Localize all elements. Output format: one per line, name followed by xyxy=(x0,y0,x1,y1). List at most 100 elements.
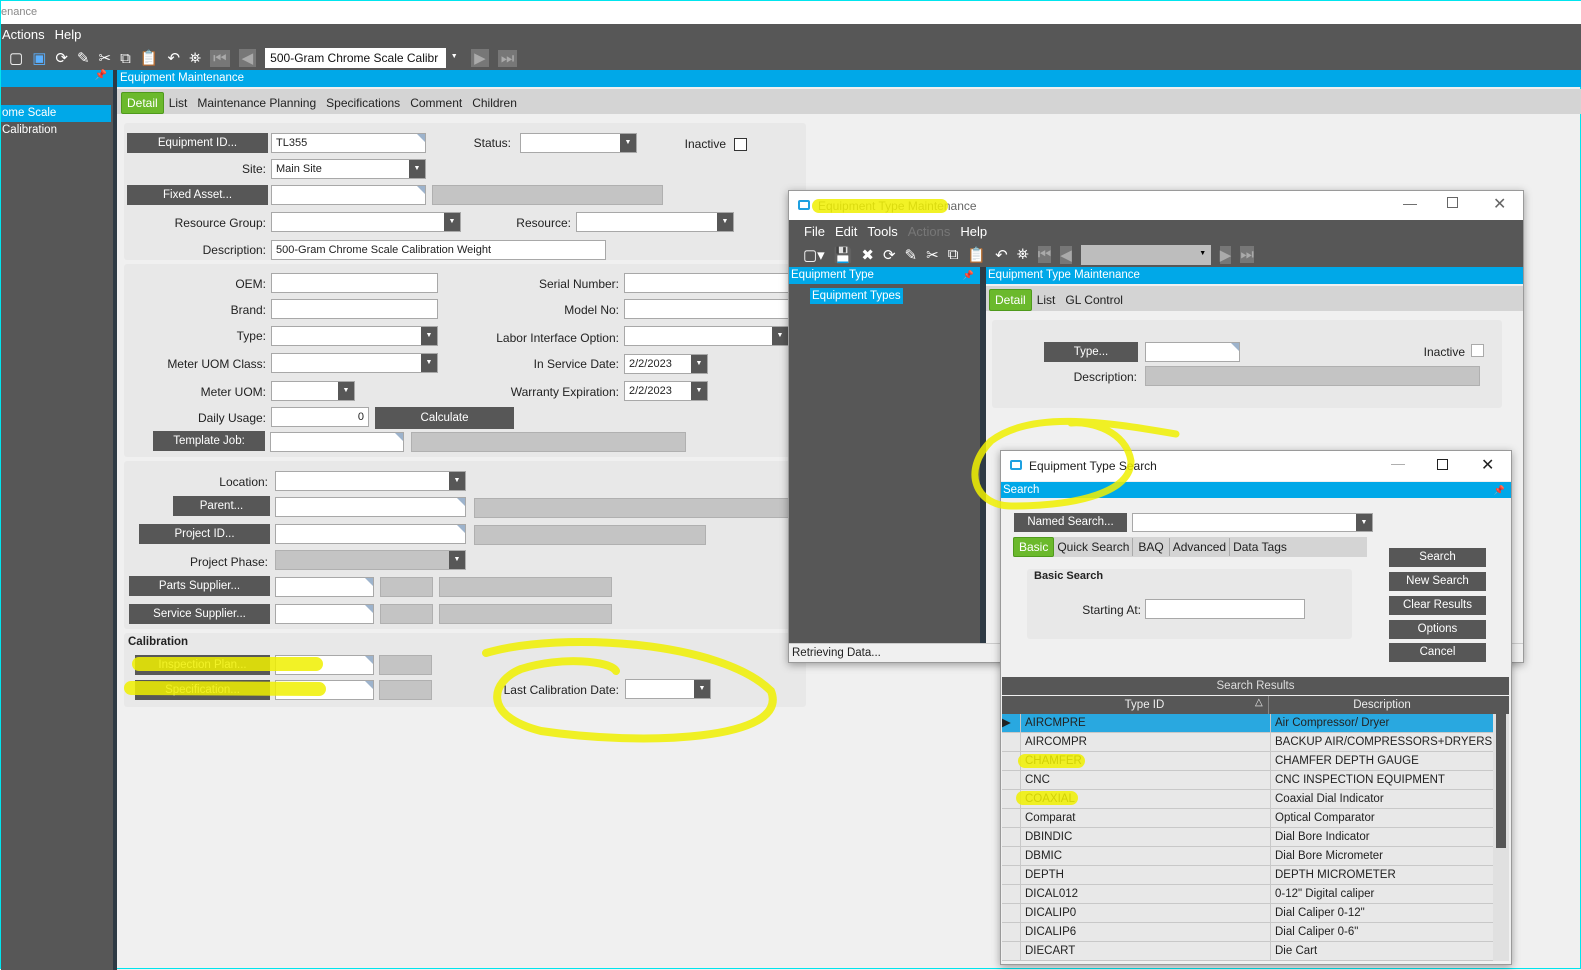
tree-item-equipment-types[interactable]: Equipment Types xyxy=(810,288,903,304)
menu-actions[interactable]: Actions xyxy=(2,27,45,42)
location-select[interactable]: ▼ xyxy=(275,471,466,491)
cancel-button[interactable]: Cancel xyxy=(1389,643,1486,662)
prev-record-icon[interactable]: ◀ xyxy=(238,49,257,67)
last-record-icon[interactable]: ⏭ xyxy=(1240,246,1254,263)
copy-icon[interactable]: ⧉ xyxy=(120,50,131,67)
named-search-button[interactable]: Named Search... xyxy=(1014,513,1127,532)
first-record-icon[interactable]: ⏮ xyxy=(210,49,230,67)
delete-icon[interactable]: ✖ xyxy=(861,246,874,264)
type-input[interactable] xyxy=(1145,342,1240,362)
new-search-button[interactable]: New Search xyxy=(1389,572,1486,591)
undo-icon[interactable]: ↶ xyxy=(168,49,181,67)
table-row[interactable]: COAXIAL Coaxial Dial Indicator xyxy=(1002,790,1493,809)
last-calibration-date-picker[interactable]: ▼ xyxy=(625,679,711,699)
row-header[interactable] xyxy=(1002,923,1021,941)
refresh-icon[interactable]: ⟳ xyxy=(883,246,896,264)
clear-results-button[interactable]: Clear Results xyxy=(1389,596,1486,615)
search-button[interactable]: Search xyxy=(1389,548,1486,567)
equipment-id-input[interactable]: TL355 xyxy=(271,133,426,153)
inspection-plan-button[interactable]: Inspection Plan... xyxy=(135,655,270,675)
new-icon[interactable]: ▢▾ xyxy=(803,246,825,264)
parts-supplier-input[interactable] xyxy=(275,577,374,597)
table-row[interactable]: DICALIP6 Dial Caliper 0-6" xyxy=(1002,923,1493,942)
cut-icon[interactable]: ✂ xyxy=(926,246,939,264)
parts-supplier-button[interactable]: Parts Supplier... xyxy=(129,576,270,596)
inactive-checkbox[interactable] xyxy=(1471,344,1484,357)
row-header[interactable] xyxy=(1002,847,1021,865)
template-job-button[interactable]: Template Job: xyxy=(153,431,265,451)
splitter[interactable] xyxy=(113,70,117,970)
first-record-icon[interactable]: ⏮ xyxy=(1037,246,1052,263)
named-search-select[interactable]: ▼ xyxy=(1132,513,1373,532)
site-select[interactable]: Main Site ▼ xyxy=(271,159,426,179)
tab-specifications[interactable]: Specifications xyxy=(321,93,405,113)
cut-icon[interactable]: ✂ xyxy=(99,49,112,67)
brand-input[interactable] xyxy=(271,299,438,319)
project-phase-select[interactable]: ▼ xyxy=(275,550,466,570)
tab-basic[interactable]: Basic xyxy=(1013,537,1055,557)
menu-help[interactable]: Help xyxy=(55,27,82,42)
row-header[interactable] xyxy=(1002,904,1021,922)
next-record-icon[interactable]: ▶ xyxy=(1219,245,1232,264)
next-record-icon[interactable]: ▶ xyxy=(471,49,489,67)
row-header[interactable] xyxy=(1002,866,1021,884)
clear-icon[interactable]: ✎ xyxy=(77,49,90,67)
tab-list[interactable]: List xyxy=(1032,290,1061,310)
template-job-input[interactable] xyxy=(270,432,404,452)
record-navigator-select[interactable]: ▼ xyxy=(1080,244,1211,265)
labor-interface-select[interactable]: ▼ xyxy=(624,326,789,346)
options-button[interactable]: Options xyxy=(1389,620,1486,639)
attach-icon[interactable]: ▣ xyxy=(32,49,46,67)
row-header[interactable] xyxy=(1002,790,1021,808)
paste-icon[interactable]: 📋 xyxy=(967,246,986,264)
fixed-asset-input[interactable] xyxy=(271,185,426,205)
pin-icon[interactable]: 📌 xyxy=(1494,482,1505,498)
in-service-date-picker[interactable]: 2/2/2023 ▼ xyxy=(624,354,708,374)
table-row[interactable]: CNC CNC INSPECTION EQUIPMENT xyxy=(1002,771,1493,790)
row-header[interactable] xyxy=(1002,771,1021,789)
pin-icon[interactable]: 📌 xyxy=(1,70,113,87)
last-record-icon[interactable]: ⏭ xyxy=(497,49,518,67)
tab-gl-control[interactable]: GL Control xyxy=(1060,290,1128,310)
binoculars-icon[interactable]: ⛯ xyxy=(189,50,201,67)
status-select[interactable]: ▼ xyxy=(520,133,637,153)
pin-icon[interactable]: 📌 xyxy=(963,267,974,284)
close-button[interactable]: ✕ xyxy=(1493,194,1506,214)
table-row[interactable]: AIRCOMPR BACKUP AIR/COMPRESSORS+DRYERS xyxy=(1002,733,1493,752)
inactive-checkbox[interactable] xyxy=(734,138,747,151)
model-no-input[interactable] xyxy=(624,299,789,319)
table-row[interactable]: DIECART Die Cart xyxy=(1002,942,1493,961)
minimize-button[interactable]: — xyxy=(1403,195,1417,211)
meter-uom-select[interactable]: ▼ xyxy=(271,381,355,401)
resource-group-select[interactable]: ▼ xyxy=(271,212,461,232)
inspection-plan-input[interactable] xyxy=(275,655,374,675)
paste-icon[interactable]: 📋 xyxy=(140,49,159,67)
table-row[interactable]: DBINDIC Dial Bore Indicator xyxy=(1002,828,1493,847)
row-header[interactable]: ▶ xyxy=(1002,714,1021,732)
clear-icon[interactable]: ✎ xyxy=(905,246,918,264)
row-header[interactable] xyxy=(1002,733,1021,751)
tab-children[interactable]: Children xyxy=(467,93,522,113)
menu-file[interactable]: File xyxy=(804,224,825,239)
equipment-id-button[interactable]: Equipment ID... xyxy=(127,133,268,153)
starting-at-input[interactable] xyxy=(1145,599,1305,619)
tab-baq[interactable]: BAQ xyxy=(1133,538,1170,556)
calculate-button[interactable]: Calculate xyxy=(375,407,514,429)
table-row[interactable]: DICAL012 0-12" Digital caliper xyxy=(1002,885,1493,904)
refresh-icon[interactable]: ⟳ xyxy=(55,49,68,67)
oem-input[interactable] xyxy=(271,273,438,293)
table-row[interactable]: DICALIP0 Dial Caliper 0-12" xyxy=(1002,904,1493,923)
table-row[interactable]: DBMIC Dial Bore Micrometer xyxy=(1002,847,1493,866)
parent-input[interactable] xyxy=(275,497,466,517)
prev-record-icon[interactable]: ◀ xyxy=(1060,245,1072,264)
tree-item-equipment[interactable]: ome Scale Calibration xyxy=(1,105,111,136)
column-type-id[interactable]: Type ID xyxy=(1021,696,1269,714)
type-button[interactable]: Type... xyxy=(1044,342,1138,362)
specification-input[interactable] xyxy=(275,680,374,700)
table-row[interactable]: DEPTH DEPTH MICROMETER xyxy=(1002,866,1493,885)
maximize-button[interactable] xyxy=(1437,459,1448,470)
minimize-button[interactable]: — xyxy=(1391,455,1405,471)
row-header[interactable] xyxy=(1002,942,1021,960)
undo-icon[interactable]: ↶ xyxy=(995,246,1008,264)
tab-quick-search[interactable]: Quick Search xyxy=(1054,538,1134,556)
